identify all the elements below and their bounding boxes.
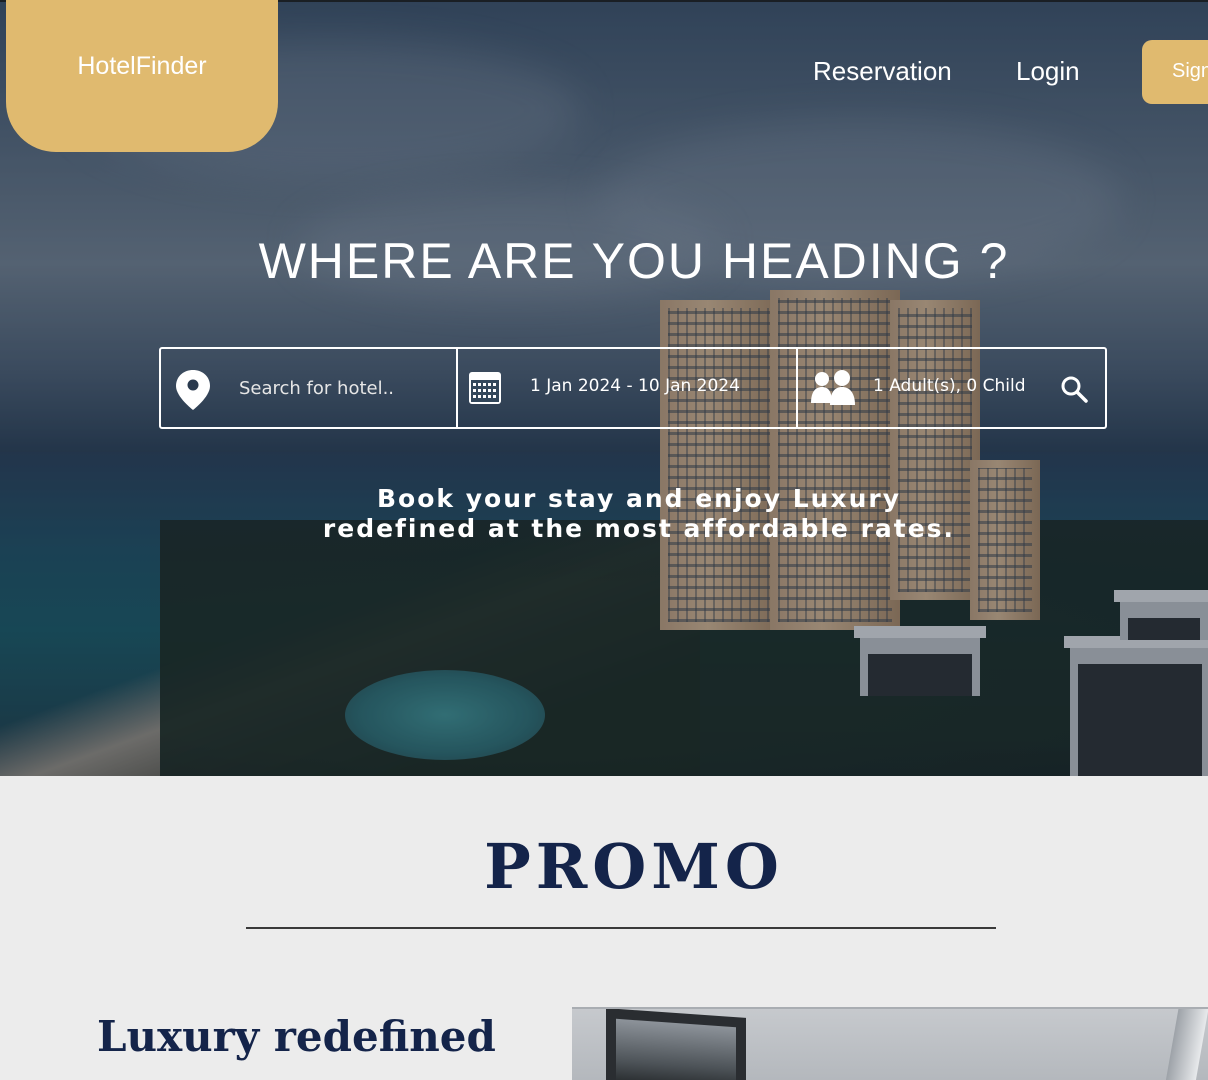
nav-login-link[interactable]: Login <box>1016 56 1080 87</box>
hotel-search-field[interactable] <box>161 349 458 427</box>
hotel-search-input[interactable] <box>239 371 439 405</box>
logo-text: HotelFinder <box>77 52 207 80</box>
logo-box[interactable]: HotelFinder <box>6 0 278 152</box>
wall-picture-frame <box>606 1009 746 1080</box>
wall-edge <box>1165 1009 1208 1080</box>
tagline-line-1: Book your stay and enjoy Luxury <box>376 484 901 513</box>
location-pin-icon <box>176 370 210 410</box>
promo-divider <box>246 927 996 929</box>
search-icon[interactable] <box>1060 375 1088 403</box>
promo-title: PROMO <box>484 830 784 903</box>
guests-field[interactable]: 1 Adult(s), 0 Child <box>798 349 1107 427</box>
calendar-icon <box>469 372 501 404</box>
guests-text: 1 Adult(s), 0 Child <box>873 376 1026 396</box>
hero-tagline: Book your stay and enjoy Luxury redefine… <box>0 484 1208 544</box>
search-bar: 1 Jan 2024 - 10 Jan 2024 1 Adult(s), 0 C… <box>159 347 1107 429</box>
promo-room-image <box>572 1007 1208 1080</box>
hero-heading: WHERE ARE YOU HEADING ? <box>258 233 1010 289</box>
people-icon <box>811 370 855 405</box>
tagline-line-2: redefined at the most affordable rates. <box>322 514 956 543</box>
date-range-text: 1 Jan 2024 - 10 Jan 2024 <box>530 376 740 396</box>
nav-reservation-link[interactable]: Reservation <box>813 56 952 87</box>
promo-subtitle: Luxury redefined <box>97 1012 496 1061</box>
date-range-field[interactable]: 1 Jan 2024 - 10 Jan 2024 <box>458 349 798 427</box>
signup-button[interactable]: Sign <box>1142 40 1208 104</box>
